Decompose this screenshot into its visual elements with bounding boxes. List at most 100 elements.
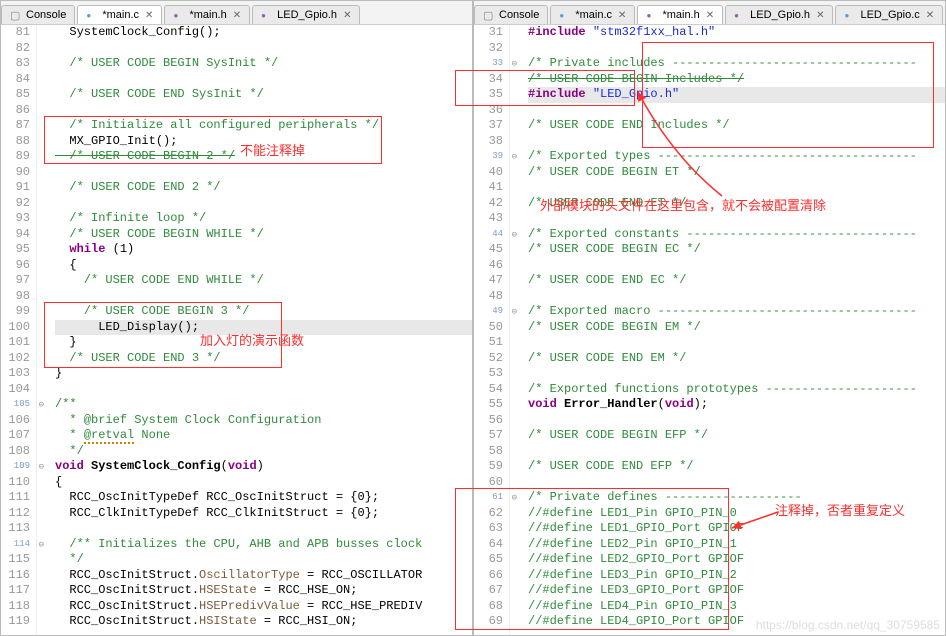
code-line[interactable]: /* Exported functions prototypes -------… (528, 382, 945, 398)
code-line[interactable]: { (55, 258, 472, 274)
code-line[interactable]: /* USER CODE BEGIN 2 */ (55, 149, 472, 165)
tab-led_gpioc[interactable]: LED_Gpio.c✕ (835, 5, 943, 24)
code-line[interactable]: /* Exported macro ----------------------… (528, 304, 945, 320)
code-line[interactable]: /* USER CODE END 2 */ (55, 180, 472, 196)
code-line[interactable] (55, 103, 472, 119)
close-icon[interactable]: ✕ (706, 10, 714, 21)
code-line[interactable]: void SystemClock_Config(void) (55, 459, 472, 475)
code-line[interactable] (528, 103, 945, 119)
code-line[interactable]: SystemClock_Config(); (55, 25, 472, 41)
tab-console[interactable]: Console (1, 5, 75, 24)
code-line[interactable]: /* USER CODE BEGIN 3 */ (55, 304, 472, 320)
close-icon[interactable]: ✕ (618, 10, 626, 21)
left-source[interactable]: SystemClock_Config(); /* USER CODE BEGIN… (37, 25, 472, 635)
right-source[interactable]: #include "stm32f1xx_hal.h" /* Private inc… (510, 25, 945, 635)
code-line[interactable]: //#define LED3_Pin GPIO_PIN_2 (528, 568, 945, 584)
code-line[interactable] (528, 335, 945, 351)
tab-mainc[interactable]: *main.c✕ (550, 5, 635, 24)
code-line[interactable]: * @brief System Clock Configuration (55, 413, 472, 429)
code-line[interactable]: */ (55, 552, 472, 568)
code-line[interactable] (55, 165, 472, 181)
code-line[interactable]: * @retval None (55, 428, 472, 444)
close-icon[interactable]: ✕ (233, 10, 241, 21)
code-line[interactable]: /* USER CODE BEGIN EC */ (528, 242, 945, 258)
code-line[interactable] (528, 211, 945, 227)
code-line[interactable] (55, 521, 472, 537)
code-line[interactable] (528, 258, 945, 274)
code-line[interactable]: /* Private includes --------------------… (528, 56, 945, 72)
code-line[interactable]: /* USER CODE END EC */ (528, 273, 945, 289)
code-line[interactable]: RCC_OscInitStruct.HSEPredivValue = RCC_H… (55, 599, 472, 615)
line-number: 37 (478, 118, 503, 134)
tab-led_gpioh[interactable]: LED_Gpio.h✕ (725, 5, 833, 24)
code-line[interactable]: } (55, 366, 472, 382)
code-line[interactable]: void Error_Handler(void); (528, 397, 945, 413)
code-line[interactable]: //#define LED3_GPIO_Port GPIOF (528, 583, 945, 599)
code-line[interactable]: //#define LED2_GPIO_Port GPIOF (528, 552, 945, 568)
code-line[interactable]: //#define LED4_Pin GPIO_PIN_3 (528, 599, 945, 615)
code-line[interactable]: */ (55, 444, 472, 460)
code-line[interactable]: /* Exported constants ------------------… (528, 227, 945, 243)
code-line[interactable]: /* Exported types ----------------------… (528, 149, 945, 165)
tab-console[interactable]: Console (474, 5, 548, 24)
code-line[interactable]: /* Infinite loop */ (55, 211, 472, 227)
code-line[interactable]: /* USER CODE BEGIN EM */ (528, 320, 945, 336)
code-line[interactable]: /* USER CODE END EFP */ (528, 459, 945, 475)
code-line[interactable] (55, 382, 472, 398)
code-line[interactable] (55, 72, 472, 88)
code-line[interactable]: while (1) (55, 242, 472, 258)
code-line[interactable]: { (55, 475, 472, 491)
code-line[interactable] (55, 196, 472, 212)
code-line[interactable]: //#define LED1_GPIO_Port GPIOF (528, 521, 945, 537)
left-code-area[interactable]: 8182838485868788899091929394959697989910… (1, 25, 472, 635)
code-line[interactable]: RCC_OscInitStruct.HSEState = RCC_HSE_ON; (55, 583, 472, 599)
code-line[interactable]: /* USER CODE BEGIN Includes */ (528, 72, 945, 88)
close-icon[interactable]: ✕ (343, 10, 351, 21)
code-line[interactable]: RCC_OscInitStruct.OscillatorType = RCC_O… (55, 568, 472, 584)
code-line[interactable] (528, 475, 945, 491)
code-line[interactable]: /* USER CODE BEGIN WHILE */ (55, 227, 472, 243)
code-line[interactable]: LED_Display(); (55, 320, 472, 336)
code-line[interactable] (528, 180, 945, 196)
code-line[interactable]: /* USER CODE END WHILE */ (55, 273, 472, 289)
code-line[interactable] (55, 41, 472, 57)
code-line[interactable] (528, 366, 945, 382)
tab-mainh[interactable]: *main.h✕ (637, 5, 723, 24)
line-number: 112 (5, 506, 30, 522)
code-line[interactable]: #include "LED_Gpio.h" (528, 87, 945, 103)
code-line[interactable] (528, 289, 945, 305)
console-icon (10, 9, 22, 21)
code-line[interactable]: /** (55, 397, 472, 413)
code-line[interactable] (528, 134, 945, 150)
close-icon[interactable]: ✕ (816, 10, 824, 21)
code-line[interactable]: } (55, 335, 472, 351)
close-icon[interactable]: ✕ (145, 10, 153, 21)
code-line[interactable]: /* USER CODE END SysInit */ (55, 87, 472, 103)
close-icon[interactable]: ✕ (926, 10, 934, 21)
code-line[interactable]: //#define LED2_Pin GPIO_PIN_1 (528, 537, 945, 553)
code-line[interactable]: //#define LED1_Pin GPIO_PIN_0 (528, 506, 945, 522)
code-line[interactable]: /* USER CODE END EM */ (528, 351, 945, 367)
code-line[interactable]: /* USER CODE BEGIN EFP */ (528, 428, 945, 444)
code-line[interactable]: #include "stm32f1xx_hal.h" (528, 25, 945, 41)
code-line[interactable]: /* Initialize all configured peripherals… (55, 118, 472, 134)
code-line[interactable]: RCC_OscInitTypeDef RCC_OscInitStruct = {… (55, 490, 472, 506)
tab-mainc[interactable]: *main.c✕ (77, 5, 162, 24)
code-line[interactable]: /* USER CODE BEGIN ET */ (528, 165, 945, 181)
right-code-area[interactable]: 3132333435363738394041424344454647484950… (474, 25, 945, 635)
code-line[interactable]: MX_GPIO_Init(); (55, 134, 472, 150)
code-line[interactable]: /* USER CODE END ET */ (528, 196, 945, 212)
code-line[interactable] (528, 41, 945, 57)
code-line[interactable]: RCC_OscInitStruct.HSIState = RCC_HSI_ON; (55, 614, 472, 630)
tab-led_gpioh[interactable]: LED_Gpio.h✕ (252, 5, 360, 24)
code-line[interactable] (528, 444, 945, 460)
tab-mainh[interactable]: *main.h✕ (164, 5, 250, 24)
code-line[interactable] (528, 413, 945, 429)
code-line[interactable] (55, 289, 472, 305)
code-line[interactable]: /* USER CODE END Includes */ (528, 118, 945, 134)
code-line[interactable]: RCC_ClkInitTypeDef RCC_ClkInitStruct = {… (55, 506, 472, 522)
code-line[interactable]: /* USER CODE BEGIN SysInit */ (55, 56, 472, 72)
code-line[interactable]: /* Private defines ------------------- (528, 490, 945, 506)
code-line[interactable]: /* USER CODE END 3 */ (55, 351, 472, 367)
code-line[interactable]: /** Initializes the CPU, AHB and APB bus… (55, 537, 472, 553)
